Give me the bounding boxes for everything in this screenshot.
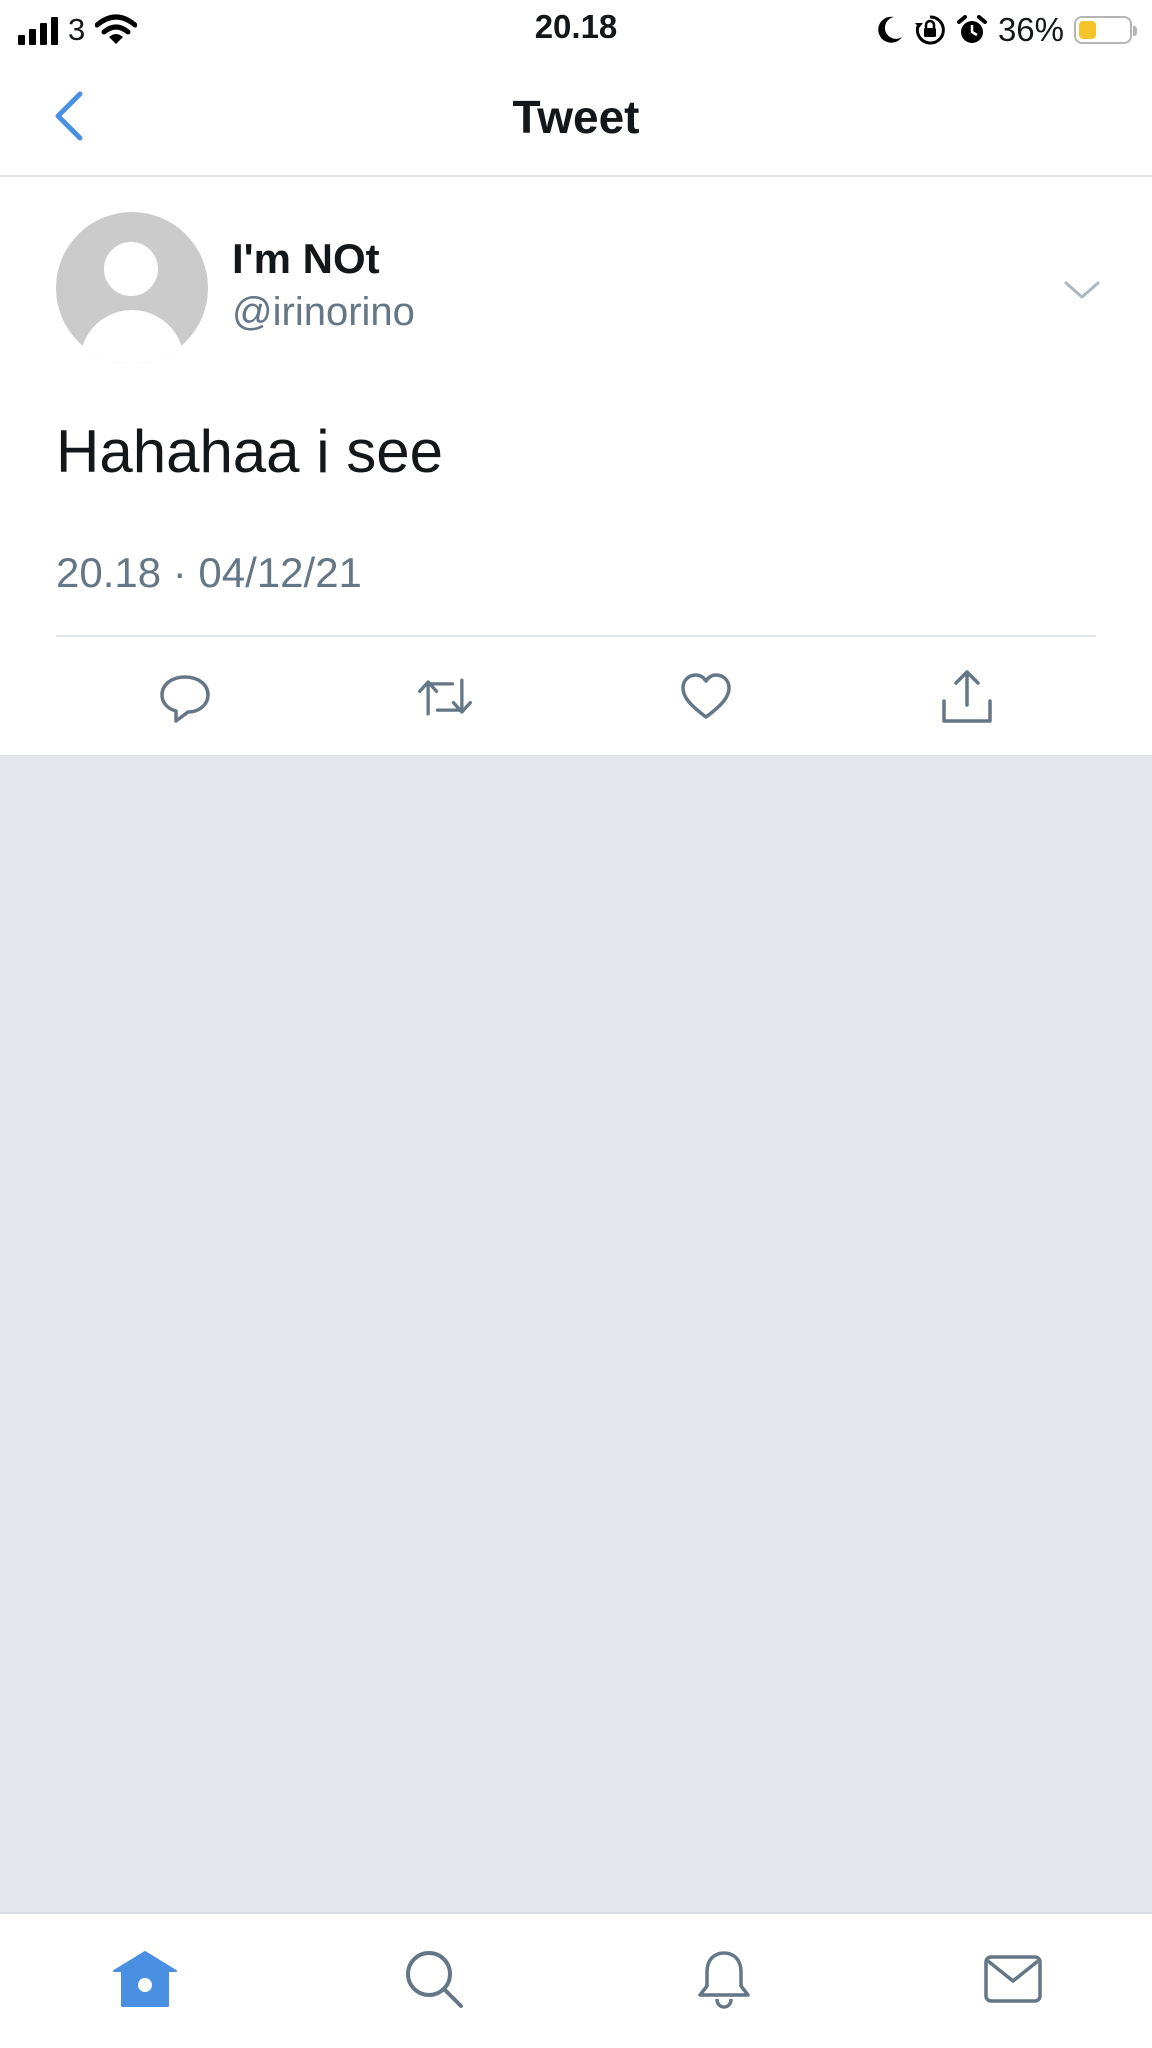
like-icon — [681, 673, 731, 719]
more-options-button[interactable] — [1060, 275, 1104, 305]
status-right: 36% — [876, 10, 1137, 50]
tab-messages[interactable] — [978, 1944, 1048, 2014]
nav-bar: Tweet — [0, 62, 1152, 177]
rotation-lock-icon — [914, 14, 946, 46]
moon-icon — [876, 15, 904, 45]
tab-bar — [0, 1912, 1152, 2048]
divider — [56, 635, 1096, 637]
tweet-timestamp: 20.18 · 04/12/21 — [56, 549, 362, 596]
reply-icon — [160, 675, 210, 723]
battery-fill — [1079, 21, 1096, 39]
chevron-down-icon — [1064, 281, 1100, 299]
battery-icon — [1074, 16, 1137, 44]
share-icon — [942, 670, 992, 723]
tab-notifications[interactable] — [689, 1944, 759, 2014]
page-title: Tweet — [512, 91, 640, 143]
user-handle[interactable]: @irinorino — [232, 290, 415, 335]
tab-search[interactable] — [399, 1944, 469, 2014]
share-button[interactable] — [937, 667, 997, 727]
home-icon — [113, 1951, 177, 2007]
retweet-icon — [418, 678, 472, 716]
battery-tip — [1133, 26, 1137, 36]
retweet-button[interactable] — [415, 667, 475, 727]
battery-percent: 36% — [997, 11, 1064, 48]
display-name[interactable]: I'm NOt — [232, 235, 380, 283]
tab-home[interactable] — [110, 1944, 180, 2014]
status-bar: 3 20.18 36% — [0, 0, 1152, 62]
avatar-body — [80, 310, 184, 364]
tweet-text: Hahahaa i see — [56, 418, 443, 485]
like-button[interactable] — [676, 667, 736, 727]
search-icon — [406, 1951, 463, 2008]
alarm-icon — [956, 14, 988, 46]
reply-button[interactable] — [155, 667, 215, 727]
tweet-card: I'm NOt @irinorino Hahahaa i see 20.18 ·… — [0, 177, 1152, 757]
notifications-icon — [698, 1951, 750, 2009]
avatar-head — [104, 242, 158, 296]
avatar[interactable] — [56, 212, 208, 364]
messages-icon — [984, 1955, 1042, 2003]
